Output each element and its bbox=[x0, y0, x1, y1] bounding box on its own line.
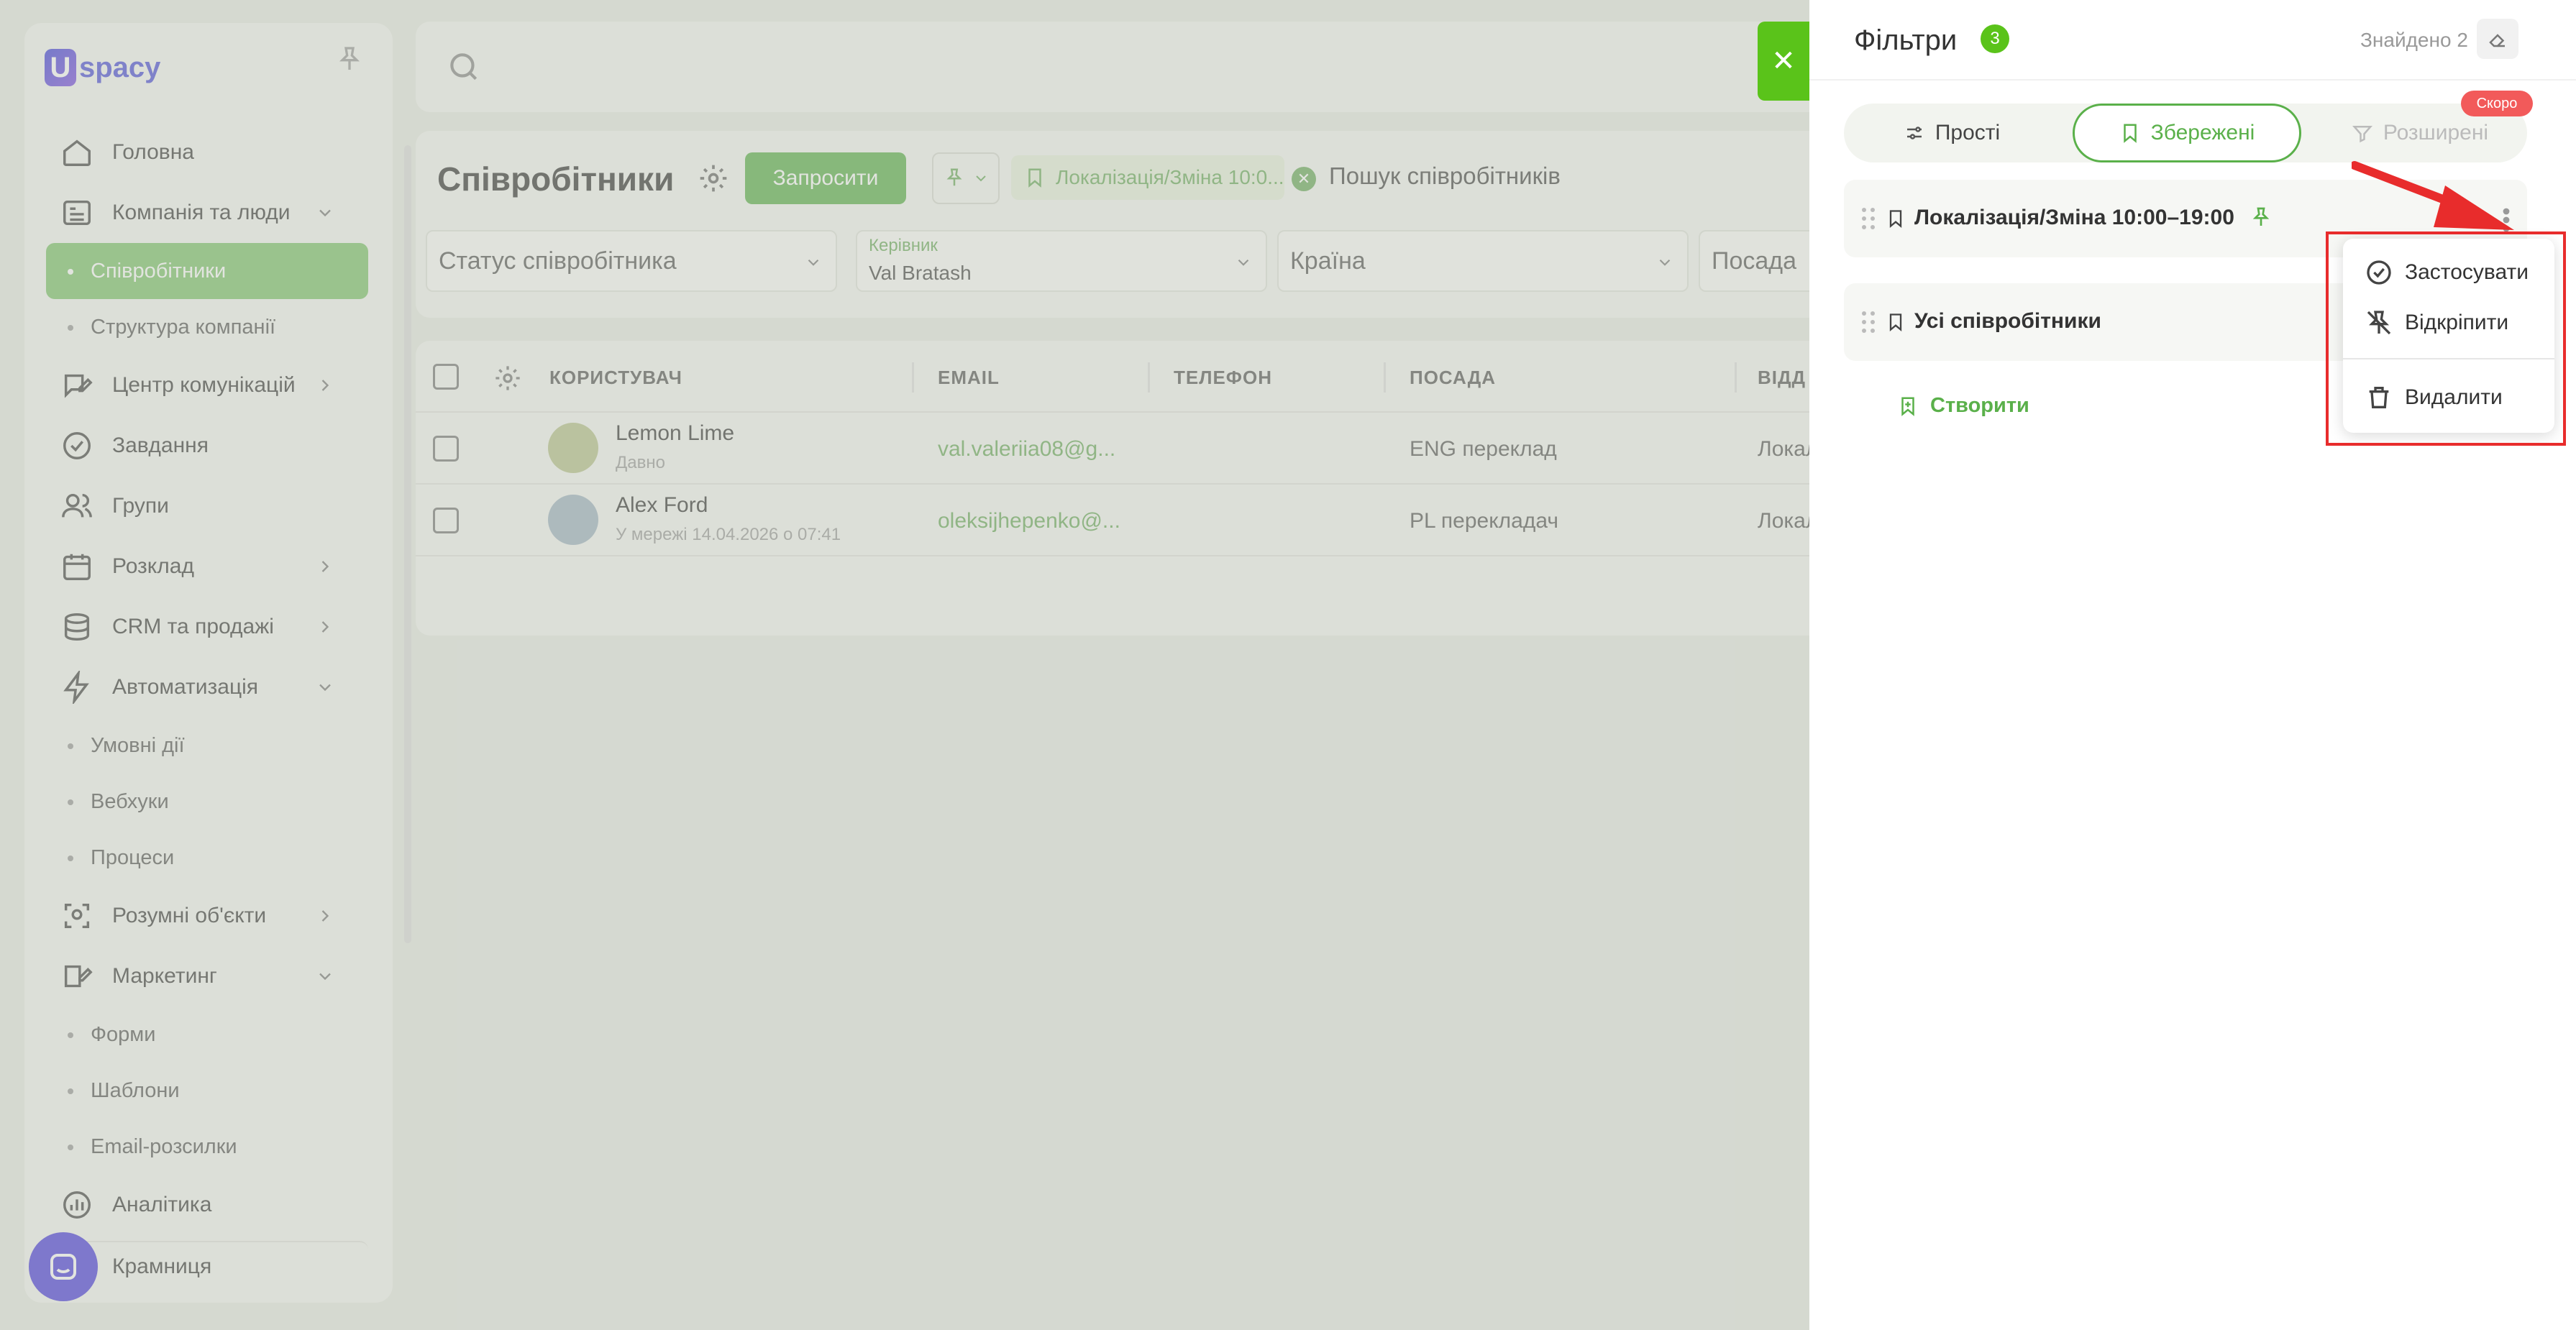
create-filter-label: Створити bbox=[1930, 394, 2029, 417]
panel-title: Фільтри bbox=[1854, 24, 1958, 56]
drag-handle-icon[interactable] bbox=[1861, 311, 1876, 334]
tab-simple[interactable]: Прості bbox=[1844, 104, 2060, 162]
clear-filters-button[interactable] bbox=[2477, 19, 2518, 59]
create-filter-button[interactable]: Створити bbox=[1897, 394, 2029, 418]
filters-count-badge: 3 bbox=[1981, 24, 2009, 53]
bookmark-icon bbox=[1889, 210, 1902, 228]
drag-handle-icon[interactable] bbox=[1861, 207, 1876, 230]
close-icon: ✕ bbox=[1771, 45, 1796, 77]
modal-backdrop[interactable] bbox=[0, 0, 1809, 1330]
soon-badge: Скоро bbox=[2461, 91, 2533, 116]
tab-advanced-label: Розширені bbox=[2383, 121, 2489, 145]
bookmark-icon bbox=[1889, 313, 1902, 331]
bookmark-icon bbox=[2123, 124, 2137, 143]
filter-tabs: Прості Збережені Розширені bbox=[1844, 104, 2527, 162]
eraser-icon bbox=[2489, 34, 2505, 47]
app-root: U spacy Головна Компанія та люди Співроб… bbox=[0, 0, 2576, 1330]
sliders-icon bbox=[1906, 127, 1922, 139]
tab-saved[interactable]: Збережені bbox=[2073, 104, 2301, 162]
annotation-arrow bbox=[2352, 161, 2514, 230]
found-count: Знайдено 2 bbox=[2360, 29, 2468, 51]
saved-filter-name: Локалізація/Зміна 10:00–19:00 bbox=[1914, 206, 2234, 229]
bookmark-plus-icon bbox=[1901, 397, 1914, 416]
saved-filter-name: Усі співробітники bbox=[1914, 309, 2101, 333]
filters-panel-header: Фільтри 3 Знайдено 2 bbox=[1809, 0, 2576, 81]
pin-icon[interactable] bbox=[2250, 206, 2273, 229]
tab-saved-label: Збережені bbox=[2150, 121, 2255, 145]
annotation-highlight-box bbox=[2326, 231, 2566, 446]
close-panel-button[interactable]: ✕ bbox=[1758, 22, 1809, 101]
filter-settings-icon bbox=[2352, 126, 2372, 143]
tab-simple-label: Прості bbox=[1935, 121, 2001, 145]
